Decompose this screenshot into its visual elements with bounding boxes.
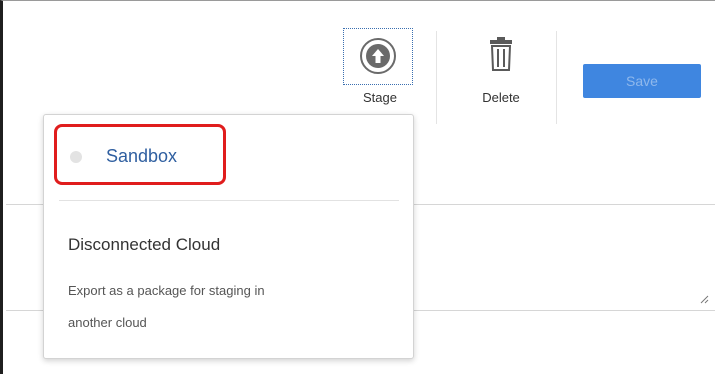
resize-grip-icon[interactable] [699,294,709,304]
app-window: Stage Delete Save Sandbox Disconnected C… [0,0,715,374]
stage-dropdown-menu: Sandbox Disconnected Cloud Export as a p… [43,114,414,359]
delete-button[interactable]: Delete [465,37,537,107]
toolbar-divider [436,31,437,124]
upload-arrow-circle-icon [360,38,396,74]
description-line: Export as a package for staging in [68,283,265,298]
menu-divider [59,200,399,201]
toolbar-divider [556,31,557,124]
radio-dot-icon[interactable] [70,151,82,163]
sandbox-option-label[interactable]: Sandbox [106,146,177,167]
stage-button[interactable]: Stage [343,28,417,105]
disconnected-cloud-title[interactable]: Disconnected Cloud [68,235,220,255]
delete-label: Delete [482,90,520,105]
stage-label: Stage [363,90,397,105]
save-button[interactable]: Save [583,64,701,98]
disconnected-cloud-description: Export as a package for staging in anoth… [68,275,368,339]
trash-icon [488,37,514,71]
description-line: another cloud [68,315,147,330]
